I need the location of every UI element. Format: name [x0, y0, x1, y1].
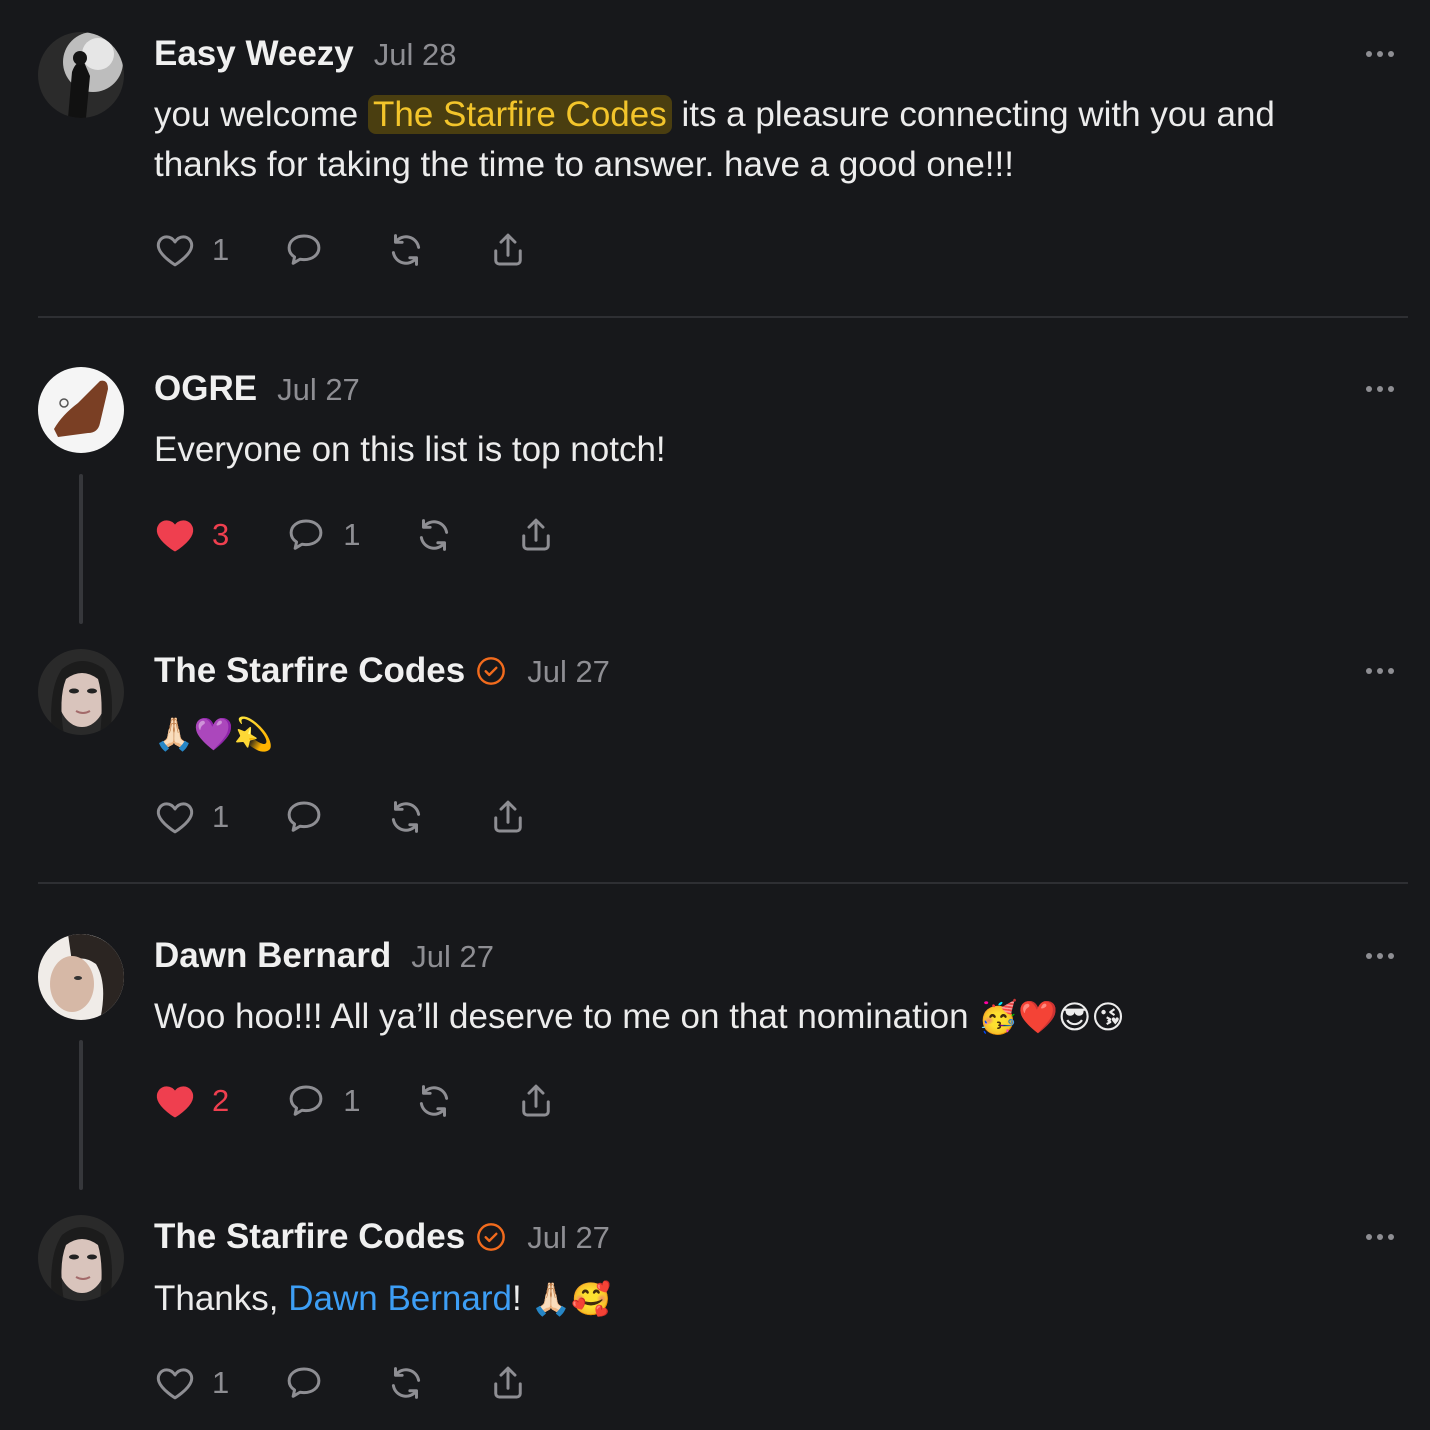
- repost-icon: [413, 514, 455, 556]
- like-button[interactable]: 1: [154, 1362, 229, 1404]
- heart-icon: [154, 514, 196, 556]
- comment-text-part: Woo hoo!!! All ya’ll deserve to me on th…: [154, 997, 979, 1036]
- repost-icon: [385, 229, 427, 271]
- share-button[interactable]: [515, 1080, 557, 1122]
- author-name[interactable]: The Starfire Codes: [154, 1217, 465, 1257]
- comment-text-part: you welcome: [154, 95, 368, 134]
- like-count: 1: [212, 1365, 230, 1400]
- share-icon: [487, 229, 529, 271]
- author-name[interactable]: Dawn Bernard: [154, 936, 391, 976]
- comment-text: 🙏🏻💜💫: [154, 716, 274, 752]
- comment-date: Jul 27: [527, 1220, 610, 1255]
- comment-text: Everyone on this list is top notch!: [154, 430, 666, 469]
- avatar[interactable]: [38, 934, 124, 1020]
- share-button[interactable]: [487, 229, 529, 271]
- more-icon[interactable]: [1366, 661, 1400, 681]
- thread-line: [79, 474, 83, 624]
- author-name[interactable]: The Starfire Codes: [154, 651, 465, 691]
- like-count: 3: [212, 517, 230, 552]
- comment-text: Thanks, Dawn Bernard! 🙏🏻🥰: [154, 1274, 1374, 1324]
- reply-button[interactable]: 1: [285, 514, 361, 556]
- verified-icon: [475, 1221, 507, 1253]
- like-button[interactable]: 1: [154, 229, 229, 271]
- comment-date: Jul 27: [277, 372, 360, 407]
- heart-icon: [154, 796, 196, 838]
- like-count: 2: [212, 1083, 230, 1118]
- more-icon[interactable]: [1366, 1227, 1400, 1247]
- comment-text-part: Thanks,: [154, 1279, 289, 1318]
- share-button[interactable]: [487, 1362, 529, 1404]
- share-icon: [515, 514, 557, 556]
- repost-button[interactable]: [385, 1362, 427, 1404]
- repost-button[interactable]: [385, 229, 427, 271]
- comment-date: Jul 27: [527, 654, 610, 689]
- comment-icon: [285, 514, 327, 556]
- share-button[interactable]: [487, 796, 529, 838]
- share-button[interactable]: [515, 514, 557, 556]
- comment-text: you welcome The Starfire Codes its a ple…: [154, 90, 1374, 190]
- share-icon: [487, 796, 529, 838]
- like-count: 1: [212, 232, 230, 267]
- heart-icon: [154, 229, 196, 271]
- avatar[interactable]: [38, 649, 124, 735]
- comment-emoji: 🙏🏻🥰: [531, 1281, 612, 1317]
- more-icon[interactable]: [1366, 379, 1400, 399]
- more-icon[interactable]: [1366, 946, 1400, 966]
- repost-icon: [385, 1362, 427, 1404]
- like-button[interactable]: 1: [154, 796, 229, 838]
- author-name[interactable]: OGRE: [154, 369, 257, 409]
- comment-text: Woo hoo!!! All ya’ll deserve to me on th…: [154, 992, 1374, 1042]
- comment-text-part: !: [511, 1279, 532, 1318]
- reply-count: 1: [343, 517, 361, 552]
- share-icon: [515, 1080, 557, 1122]
- comment-icon: [283, 229, 325, 271]
- author-name[interactable]: Easy Weezy: [154, 34, 354, 74]
- repost-icon: [385, 796, 427, 838]
- heart-icon: [154, 1362, 196, 1404]
- avatar[interactable]: [38, 32, 124, 118]
- divider: [38, 882, 1408, 884]
- avatar[interactable]: [38, 367, 124, 453]
- comment-date: Jul 28: [373, 37, 457, 72]
- like-button[interactable]: 3: [154, 514, 229, 556]
- reply-button[interactable]: [283, 229, 325, 271]
- verified-icon: [475, 655, 507, 687]
- repost-icon: [413, 1080, 455, 1122]
- reply-count: 1: [343, 1083, 361, 1118]
- repost-button[interactable]: [385, 796, 427, 838]
- reply-button[interactable]: [283, 1362, 325, 1404]
- comment-date: Jul 27: [411, 939, 495, 974]
- like-count: 1: [212, 799, 230, 834]
- mention-link[interactable]: Dawn Bernard: [288, 1279, 512, 1318]
- divider: [38, 316, 1408, 318]
- reply-button[interactable]: 1: [285, 1080, 361, 1122]
- repost-button[interactable]: [413, 1080, 455, 1122]
- mention-highlight[interactable]: The Starfire Codes: [367, 95, 672, 134]
- comment-emoji: 🥳❤️😎😘: [978, 999, 1125, 1035]
- share-icon: [487, 1362, 529, 1404]
- comment-icon: [285, 1080, 327, 1122]
- repost-button[interactable]: [413, 514, 455, 556]
- thread-line: [79, 1040, 83, 1190]
- avatar[interactable]: [38, 1215, 124, 1301]
- like-button[interactable]: 2: [154, 1080, 229, 1122]
- comment-icon: [283, 1362, 325, 1404]
- reply-button[interactable]: [283, 796, 325, 838]
- more-icon[interactable]: [1366, 44, 1400, 64]
- heart-icon: [154, 1080, 196, 1122]
- comment-icon: [283, 796, 325, 838]
